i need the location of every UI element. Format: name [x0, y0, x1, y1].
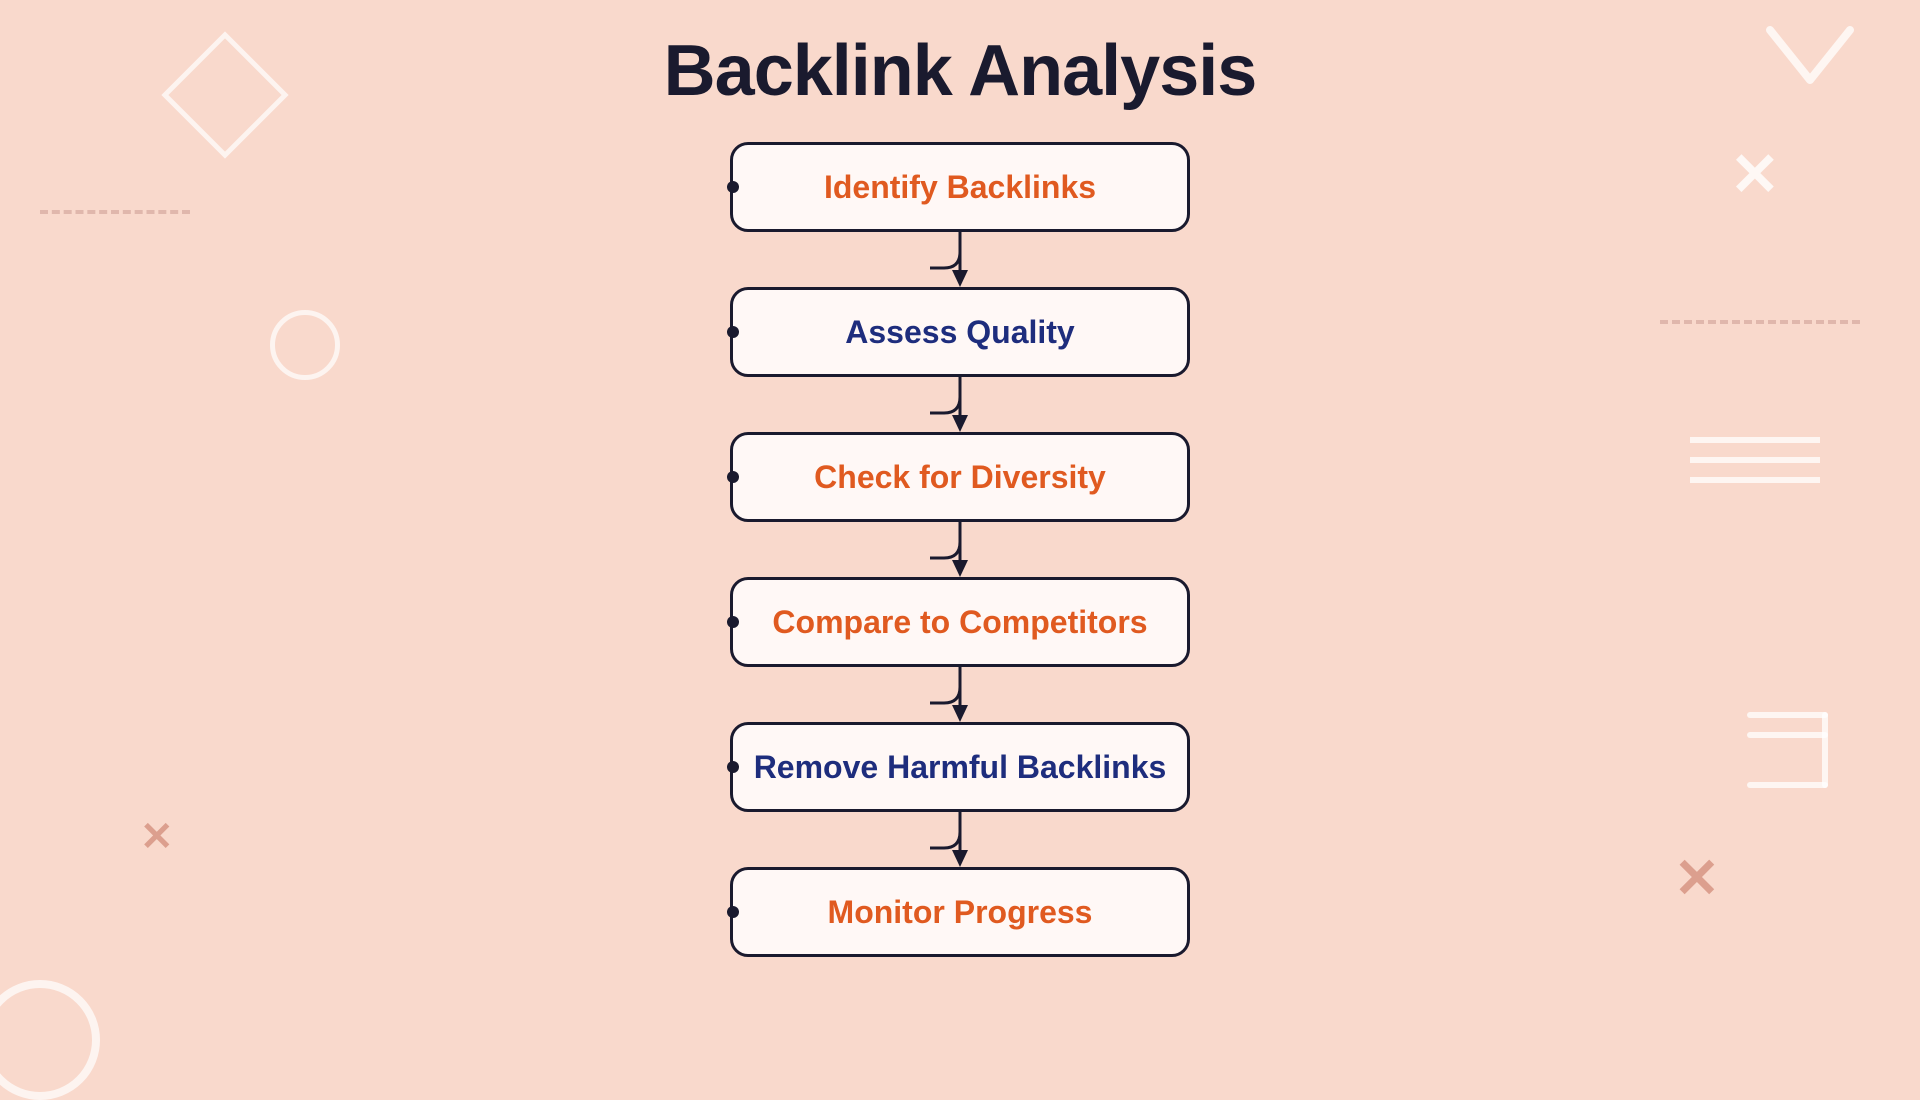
- flow-box-label: Assess Quality: [845, 314, 1074, 351]
- flow-box-notch: [727, 761, 739, 773]
- flow-box-notch: [727, 181, 739, 193]
- flow-item: Assess Quality: [730, 287, 1190, 377]
- main-content: Backlink Analysis Identify Backlinks Asse…: [0, 0, 1920, 1080]
- flow-item: Identify Backlinks: [730, 142, 1190, 232]
- flow-box-label: Compare to Competitors: [772, 604, 1147, 641]
- flow-box-3: Compare to Competitors: [730, 577, 1190, 667]
- flow-connector: [730, 812, 1190, 867]
- flow-item: Monitor Progress: [730, 867, 1190, 957]
- flow-connector: [730, 522, 1190, 577]
- flow-box-label: Identify Backlinks: [824, 169, 1096, 206]
- flow-box-label: Check for Diversity: [814, 459, 1106, 496]
- flow-item: Check for Diversity: [730, 432, 1190, 522]
- flow-box-label: Remove Harmful Backlinks: [754, 749, 1167, 786]
- flow-box-4: Remove Harmful Backlinks: [730, 722, 1190, 812]
- flow-box-5: Monitor Progress: [730, 867, 1190, 957]
- flow-connector: [730, 667, 1190, 722]
- flow-diagram: Identify Backlinks Assess Quality Check fo…: [730, 142, 1190, 957]
- flow-box-notch: [727, 906, 739, 918]
- flow-box-label: Monitor Progress: [828, 894, 1093, 931]
- flow-item: Compare to Competitors: [730, 577, 1190, 667]
- flow-item: Remove Harmful Backlinks: [730, 722, 1190, 812]
- page-title: Backlink Analysis: [664, 30, 1257, 112]
- flow-box-0: Identify Backlinks: [730, 142, 1190, 232]
- flow-box-notch: [727, 326, 739, 338]
- flow-connector: [730, 232, 1190, 287]
- flow-box-notch: [727, 616, 739, 628]
- flow-box-1: Assess Quality: [730, 287, 1190, 377]
- flow-box-notch: [727, 471, 739, 483]
- flow-box-2: Check for Diversity: [730, 432, 1190, 522]
- flow-connector: [730, 377, 1190, 432]
